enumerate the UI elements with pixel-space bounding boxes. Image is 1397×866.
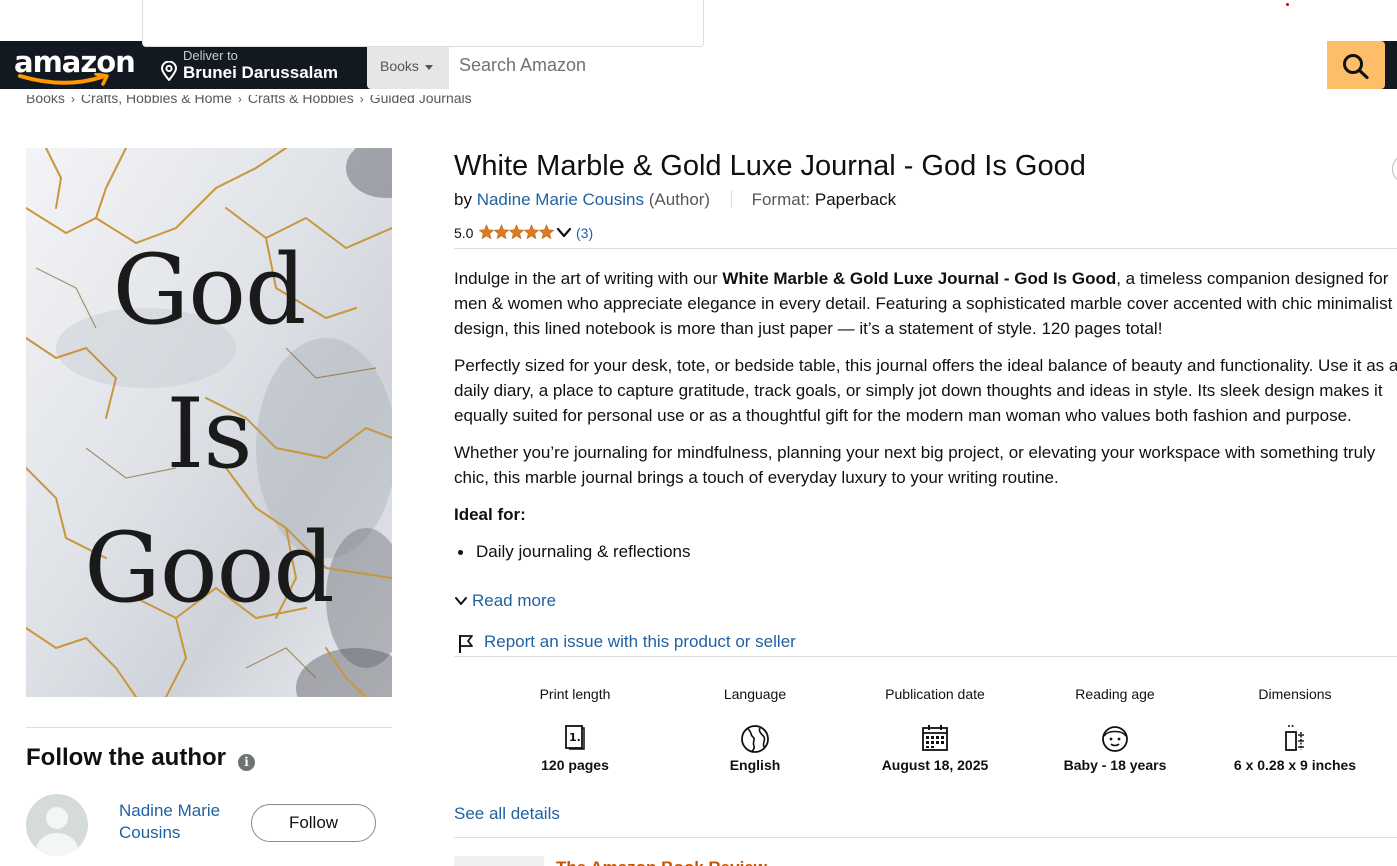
detail-language[interactable]: Language English bbox=[665, 684, 845, 775]
description-fade bbox=[454, 560, 1397, 588]
star-icon bbox=[538, 224, 555, 240]
follow-author-name[interactable]: Nadine Marie Cousins bbox=[119, 800, 249, 844]
description-paragraph: Perfectly sized for your desk, tote, or … bbox=[454, 356, 1397, 425]
breadcrumb-guided-journals[interactable]: Guided Journals bbox=[370, 95, 472, 106]
breadcrumb-separator: › bbox=[70, 95, 75, 106]
ruler-icon bbox=[1285, 725, 1304, 751]
deliver-country: Brunei Darussalam bbox=[183, 63, 338, 82]
detail-label: Publication date bbox=[885, 686, 985, 702]
search-input[interactable] bbox=[449, 41, 1327, 89]
report-issue-label: Report an issue with this product or sel… bbox=[484, 632, 796, 651]
detail-label: Print length bbox=[539, 686, 611, 702]
rating-count-link[interactable]: (3) bbox=[576, 225, 593, 241]
baby-face-icon bbox=[1102, 726, 1128, 752]
author-avatar[interactable] bbox=[26, 794, 88, 856]
rating-stars-icon[interactable] bbox=[479, 224, 555, 240]
book-review-heading[interactable]: The Amazon Book Review bbox=[556, 858, 767, 866]
detail-label: Language bbox=[723, 686, 787, 702]
search-icon bbox=[1343, 54, 1369, 79]
author-role: (Author) bbox=[648, 190, 711, 209]
globe-icon bbox=[741, 725, 769, 753]
cover-word: Good bbox=[84, 512, 335, 624]
divider bbox=[454, 837, 1397, 838]
chevron-down-icon[interactable] bbox=[556, 227, 572, 239]
book-page-icon: 1. bbox=[565, 725, 585, 750]
logo-smile-icon bbox=[18, 73, 109, 86]
product-details-carousel: Print length 1. 120 pages Language Engli… bbox=[485, 684, 1385, 794]
search-category-label: Books bbox=[380, 58, 419, 74]
read-more-link[interactable]: Read more bbox=[454, 591, 556, 611]
divider bbox=[26, 727, 392, 728]
product-description: Indulge in the art of writing with our W… bbox=[454, 266, 1397, 586]
person-silhouette-icon bbox=[36, 807, 78, 856]
book-review-thumbnail[interactable] bbox=[454, 856, 544, 866]
info-icon[interactable]: i bbox=[238, 754, 255, 771]
format-value: Paperback bbox=[814, 190, 897, 209]
detail-value: 6 x 0.28 x 9 inches bbox=[1233, 757, 1357, 773]
description-paragraph: Indulge in the art of writing with our W… bbox=[454, 266, 1397, 341]
deliver-label: Deliver to bbox=[183, 48, 238, 63]
detail-value: August 18, 2025 bbox=[881, 757, 989, 773]
byline: by Nadine Marie Cousins (Author) Format:… bbox=[454, 190, 896, 210]
divider bbox=[454, 656, 1397, 657]
cover-word: God bbox=[112, 234, 307, 346]
follow-author-heading: Follow the author bbox=[26, 744, 226, 771]
see-all-details-link[interactable]: See all details bbox=[454, 804, 560, 824]
search-category-dropdown[interactable]: Books bbox=[367, 41, 449, 89]
cover-title-text: God Is Good bbox=[26, 148, 392, 697]
star-icon bbox=[508, 224, 525, 240]
detail-dimensions[interactable]: Dimensions 6 x 0.28 x 9 inches bbox=[1205, 684, 1385, 775]
format-label: Format: bbox=[751, 190, 811, 209]
detail-reading-age[interactable]: Reading age Baby - 18 years bbox=[1025, 684, 1205, 775]
indicator-dot bbox=[1286, 3, 1289, 6]
detail-label: Reading age bbox=[1075, 686, 1155, 702]
detail-value: 120 pages bbox=[541, 757, 609, 773]
detail-value: Baby - 18 years bbox=[1063, 757, 1167, 773]
top-strip bbox=[0, 0, 1397, 47]
chevron-down-icon bbox=[455, 597, 467, 605]
dropdown-remnant bbox=[142, 0, 704, 47]
author-link[interactable]: Nadine Marie Cousins bbox=[477, 190, 644, 209]
calendar-icon bbox=[922, 725, 948, 751]
cover-word: Is bbox=[166, 378, 252, 490]
ideal-for-heading: Ideal for: bbox=[454, 505, 526, 524]
search-button[interactable] bbox=[1327, 41, 1385, 89]
svg-text:1.: 1. bbox=[569, 731, 581, 744]
by-label: by bbox=[454, 190, 472, 209]
share-button[interactable] bbox=[1392, 156, 1397, 182]
top-nav: amazon Deliver to Brunei Darussalam Book… bbox=[0, 41, 1397, 89]
divider bbox=[454, 248, 1397, 249]
product-title: White Marble & Gold Luxe Journal - God I… bbox=[454, 150, 1086, 182]
caret-down-icon bbox=[424, 64, 433, 70]
flag-icon bbox=[459, 635, 473, 653]
follow-button[interactable]: Follow bbox=[251, 804, 376, 842]
amazon-logo[interactable]: amazon bbox=[14, 43, 136, 87]
star-icon bbox=[479, 224, 495, 240]
deliver-to-location[interactable]: Deliver to Brunei Darussalam bbox=[158, 47, 358, 85]
location-pin-icon bbox=[160, 61, 178, 81]
detail-label: Dimensions bbox=[1258, 686, 1332, 702]
description-bold-title: White Marble & Gold Luxe Journal - God I… bbox=[722, 269, 1117, 288]
byline-separator bbox=[730, 190, 732, 208]
star-icon bbox=[523, 224, 540, 240]
rating-value: 5.0 bbox=[454, 225, 474, 241]
breadcrumb-crafts-hobbies-home[interactable]: Crafts, Hobbies & Home bbox=[81, 95, 232, 106]
star-icon bbox=[493, 224, 510, 240]
description-text: Indulge in the art of writing with our bbox=[454, 269, 723, 288]
breadcrumb-crafts-hobbies[interactable]: Crafts & Hobbies bbox=[248, 95, 354, 106]
search-bar: Books bbox=[367, 41, 1397, 89]
breadcrumb-separator: › bbox=[237, 95, 242, 106]
detail-publication-date[interactable]: Publication date August 18, 2025 bbox=[845, 684, 1025, 775]
product-cover-image[interactable]: God Is Good bbox=[26, 148, 392, 697]
breadcrumb-separator: › bbox=[359, 95, 364, 106]
breadcrumb-books[interactable]: Books bbox=[26, 95, 65, 106]
detail-value: English bbox=[729, 757, 781, 773]
read-more-label: Read more bbox=[472, 591, 557, 610]
detail-print-length[interactable]: Print length 1. 120 pages bbox=[485, 684, 665, 775]
description-paragraph: Whether you’re journaling for mindfulnes… bbox=[454, 443, 1376, 487]
breadcrumb: Books › Crafts, Hobbies & Home › Crafts & Ho… bbox=[26, 95, 472, 111]
